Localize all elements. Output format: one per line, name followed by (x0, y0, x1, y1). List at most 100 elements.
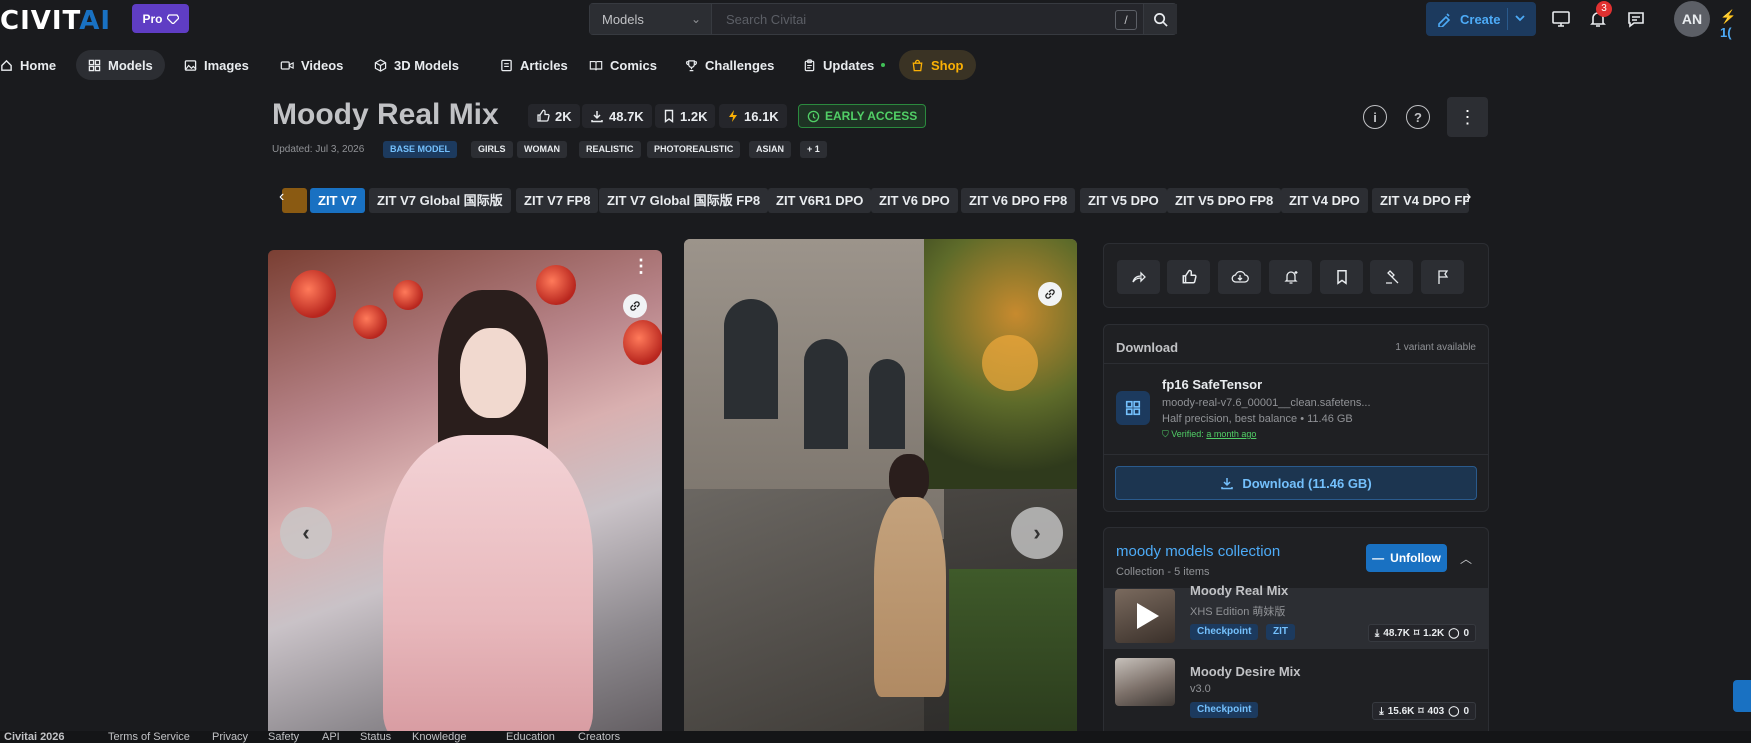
carousel-next-button[interactable]: › (1011, 507, 1063, 559)
floating-action-button[interactable] (1733, 680, 1751, 712)
item-tag-base[interactable]: ZIT (1266, 624, 1295, 640)
likes-stat[interactable]: 2K (528, 104, 580, 128)
tag-woman[interactable]: WOMAN (517, 141, 567, 158)
early-access-badge[interactable]: EARLY ACCESS (798, 104, 927, 128)
version-tab[interactable]: ZIT V5 DPO (1080, 188, 1167, 213)
search-input[interactable]: Search Civitai (726, 12, 806, 27)
footer-link[interactable]: Terms of Service (108, 731, 190, 743)
download-icon (1221, 478, 1234, 490)
chevron-right-icon[interactable]: › (1466, 188, 1471, 206)
footer-link[interactable]: Status (360, 731, 391, 743)
unfollow-button[interactable]: — Unfollow (1366, 544, 1447, 572)
nav-item-images[interactable]: Images (172, 50, 261, 80)
version-tab[interactable]: ZIT V7 Global 国际版 (369, 188, 511, 213)
info-button[interactable]: i (1363, 105, 1387, 129)
chat-button[interactable] (1621, 4, 1651, 34)
help-button[interactable]: ? (1406, 105, 1430, 129)
lantern (536, 265, 576, 305)
footer-link[interactable]: Education (506, 731, 555, 743)
nav-item-updates[interactable]: Updates (791, 50, 897, 80)
more-menu-button[interactable]: ⋮ (1447, 97, 1488, 137)
share-button[interactable] (1117, 260, 1160, 294)
list-item[interactable]: Moody Desire Mix v3.0 Checkpoint ⤓ 15.6K … (1104, 652, 1488, 720)
chevron-up-icon[interactable]: ︿ (1460, 550, 1472, 567)
tag-girls[interactable]: GIRLS (471, 141, 513, 158)
collection-title[interactable]: moody models collection (1116, 543, 1280, 560)
nav-item-home[interactable]: Home (0, 50, 68, 80)
footer-link[interactable]: Privacy (212, 731, 248, 743)
auction-button[interactable] (1370, 260, 1413, 294)
version-tab[interactable]: ZIT V5 DPO FP8 (1167, 188, 1282, 213)
divider (1104, 454, 1488, 455)
version-tab[interactable]: ZIT V7 Global 国际版 FP8 (599, 188, 769, 213)
gallery-image-2[interactable]: › (684, 239, 1077, 743)
link-button[interactable] (1038, 282, 1062, 306)
nav-item-challenges[interactable]: Challenges (673, 50, 786, 80)
buzz-stat[interactable]: 16.1K (719, 104, 787, 128)
like-button[interactable] (1167, 260, 1210, 294)
footer-link[interactable]: Creators (578, 731, 620, 743)
chevron-left-icon[interactable]: ‹ (279, 188, 284, 206)
version-tab[interactable]: ZIT V7 (310, 188, 366, 213)
list-item[interactable]: Moody Real Mix XHS Edition 萌妹版 Checkpoin… (1104, 583, 1488, 649)
footer-link[interactable]: API (322, 731, 340, 743)
video-icon (280, 60, 294, 70)
file-type-icon-box (1116, 391, 1150, 425)
nav-item-shop[interactable]: Shop (899, 50, 976, 80)
arched-window (869, 359, 905, 449)
nav-label: Models (108, 57, 153, 73)
avatar[interactable]: AN (1674, 1, 1710, 37)
image-icon (184, 59, 197, 71)
report-button[interactable] (1421, 260, 1464, 294)
download-button[interactable]: Download (11.46 GB) (1115, 466, 1477, 500)
search-scope-select[interactable]: Models ⌄ (590, 4, 712, 34)
chevron-left-icon: ‹ (302, 520, 310, 545)
footer-link[interactable]: Knowledge (412, 731, 466, 743)
item-name: Moody Desire Mix (1190, 664, 1301, 679)
version-tab[interactable]: ZIT V6 DPO FP8 (961, 188, 1076, 213)
tag-more[interactable]: + 1 (800, 141, 827, 158)
nav-label: Challenges (705, 57, 775, 73)
downloads-count: 48.7K (609, 108, 644, 124)
pro-badge-button[interactable]: Pro (132, 4, 189, 33)
version-tab[interactable]: ZIT V7 FP8 (516, 188, 599, 213)
gallery-image-1[interactable]: ⋮ ‹ (268, 250, 662, 743)
tag-realistic[interactable]: REALISTIC (579, 141, 641, 158)
notify-button[interactable] (1269, 260, 1312, 294)
nav-label: Articles (520, 57, 568, 73)
version-tab[interactable]: ZIT V6R1 DPO (768, 188, 872, 213)
nav-item-3d-models[interactable]: 3D Models (362, 50, 471, 80)
grid-icon (88, 59, 101, 71)
link-button[interactable] (623, 294, 647, 318)
bookmark-button[interactable] (1320, 260, 1363, 294)
nav-item-videos[interactable]: Videos (268, 50, 355, 80)
footer-link[interactable]: Safety (268, 731, 299, 743)
version-tab[interactable]: ZIT V4 DPO (1281, 188, 1368, 213)
chevron-down-icon[interactable] (1513, 11, 1527, 25)
studio-button[interactable] (1546, 4, 1576, 34)
nav-item-models[interactable]: Models (76, 50, 165, 80)
nav-item-comics[interactable]: Comics (577, 50, 669, 80)
nav-item-articles[interactable]: Articles (488, 50, 580, 80)
early-access-version-tab[interactable] (282, 188, 307, 213)
download-icon: ⤓ (1374, 627, 1380, 639)
run-on-cloud-button[interactable] (1218, 260, 1261, 294)
figure-coat (874, 497, 946, 697)
verified-link[interactable]: a month ago (1206, 429, 1256, 439)
tag-photorealistic[interactable]: PHOTOREALISTIC (647, 141, 741, 158)
item-tag-type[interactable]: Checkpoint (1190, 702, 1259, 718)
version-tab[interactable]: ZIT V6 DPO (871, 188, 958, 213)
tag-asian[interactable]: ASIAN (749, 141, 792, 158)
search-button[interactable] (1143, 4, 1177, 34)
item-tag-type[interactable]: Checkpoint (1190, 624, 1259, 640)
base-model-tag[interactable]: BASE MODEL (383, 141, 458, 158)
book-icon (589, 60, 603, 70)
buzz-balance[interactable]: ⚡ 1( (1720, 9, 1751, 40)
verified-prefix: Verified: (1171, 429, 1204, 439)
actions-panel (1103, 243, 1489, 308)
civitai-logo[interactable]: CIVITAI (0, 6, 111, 36)
kebab-icon[interactable]: ⋮ (632, 256, 650, 277)
create-button[interactable]: Create (1426, 2, 1536, 36)
version-tab[interactable]: ZIT V4 DPO FP8 (1372, 188, 1469, 213)
carousel-prev-button[interactable]: ‹ (280, 507, 332, 559)
